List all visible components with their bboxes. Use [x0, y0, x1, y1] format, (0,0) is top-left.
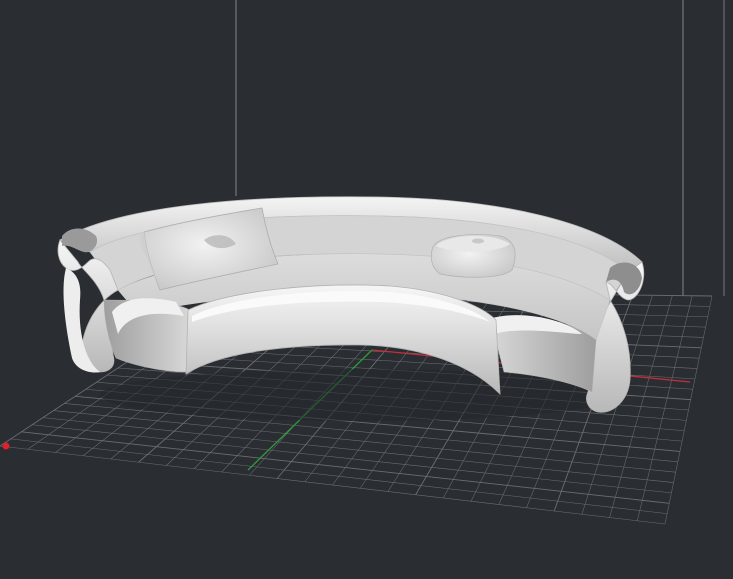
grid-line	[21, 431, 670, 504]
grid-line	[0, 445, 666, 525]
grid-line	[42, 417, 674, 483]
grid-line	[32, 424, 672, 494]
sofa-model[interactable]	[57, 196, 645, 421]
viewport-scene[interactable]	[0, 0, 733, 579]
origin-marker	[2, 442, 10, 450]
3d-viewport[interactable]	[0, 0, 733, 579]
round-cushion[interactable]	[430, 234, 516, 278]
grid-line	[10, 438, 668, 514]
